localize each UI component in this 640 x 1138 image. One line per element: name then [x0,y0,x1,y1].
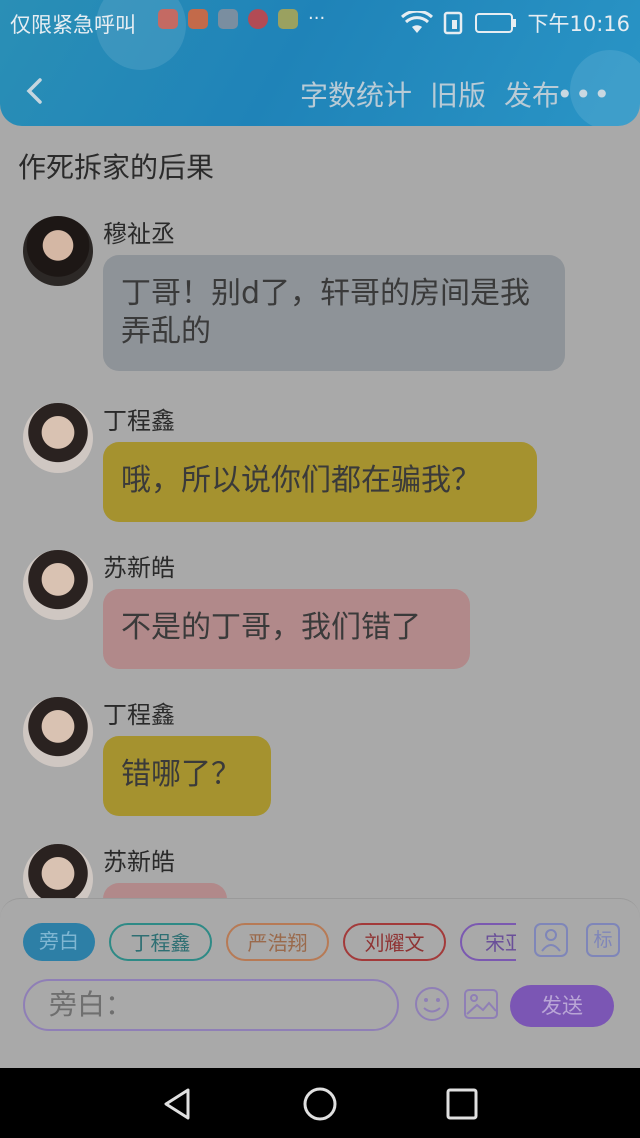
more-icon[interactable]: ••• [556,78,612,111]
send-button[interactable]: 发送 [510,985,614,1027]
message-bubble[interactable]: 丁哥！别d了，轩哥的房间是我弄乱的 [103,255,565,371]
clock-text: 下午10:16 [527,12,630,36]
avatar[interactable] [23,550,93,620]
chat-list[interactable]: 穆祉丞 丁哥！别d了，轩哥的房间是我弄乱的 丁程鑫 哦，所以说你们都在骗我？ 苏… [0,200,640,900]
battery-icon [475,13,517,33]
role-chip-clip: 宋亚 [460,923,516,961]
image-picker-icon[interactable] [463,986,499,1022]
publish-button[interactable]: 发布 [504,74,560,114]
word-count-button[interactable]: 字数统计 [300,74,412,114]
composer-panel: 旁白 丁程鑫 严浩翔 刘耀文 宋亚 标 旁白： 发送 [0,898,640,1069]
person-icon[interactable] [534,923,568,957]
nav-back-icon[interactable] [160,1086,196,1122]
notification-icons: ··· [158,9,325,29]
avatar[interactable] [23,697,93,767]
nav-actions: 字数统计 旧版 发布 [300,74,560,114]
message-bubble[interactable]: 不是的丁哥，我们错了 [103,589,470,669]
app-icon [278,9,298,29]
role-chip[interactable]: 宋亚 [460,923,516,961]
avatar[interactable] [23,216,93,286]
tag-icon[interactable]: 标 [586,923,620,957]
speaker-name: 穆祉丞 [103,220,175,248]
speaker-name: 苏新皓 [103,848,175,876]
role-chip[interactable]: 丁程鑫 [109,923,212,961]
mail-icon [158,9,178,29]
message-bubble[interactable]: 哦，所以说你们都在骗我？ [103,442,537,522]
role-chip[interactable]: 严浩翔 [226,923,329,961]
more-notifications: ··· [308,8,326,29]
role-chip-narrator[interactable]: 旁白 [23,923,95,961]
carrier-text: 仅限紧急呼叫 [10,13,136,37]
message-input[interactable]: 旁白： [23,979,399,1031]
emoji-icon[interactable] [414,986,450,1022]
app-icon [188,9,208,29]
speaker-name: 丁程鑫 [103,407,175,435]
app-header: 仅限紧急呼叫 ··· 下午10:16 字数统计 旧版 发布 ••• [0,0,640,126]
status-right: 下午10:16 [401,8,630,38]
avatar[interactable] [23,844,93,900]
nav-bar: 字数统计 旧版 发布 ••• [0,64,640,120]
person-glyph [541,929,561,952]
status-bar: 仅限紧急呼叫 ··· 下午10:16 [0,0,640,44]
role-chip[interactable]: 刘耀文 [343,923,446,961]
app-icon [248,9,268,29]
avatar[interactable] [23,403,93,473]
message-bubble[interactable]: 错哪了？ [103,736,271,816]
role-chips: 旁白 丁程鑫 严浩翔 刘耀文 宋亚 [23,923,516,961]
nav-home-icon[interactable] [302,1086,338,1122]
nav-recents-icon[interactable] [444,1086,480,1122]
wifi-icon [401,11,434,33]
sim-icon [444,11,463,35]
system-nav-bar [0,1068,640,1138]
old-version-button[interactable]: 旧版 [430,74,486,114]
speaker-name: 丁程鑫 [103,701,175,729]
image-icon [218,9,238,29]
speaker-name: 苏新皓 [103,554,175,582]
story-title[interactable]: 作死拆家的后果 [18,146,214,186]
back-icon[interactable] [22,76,48,106]
